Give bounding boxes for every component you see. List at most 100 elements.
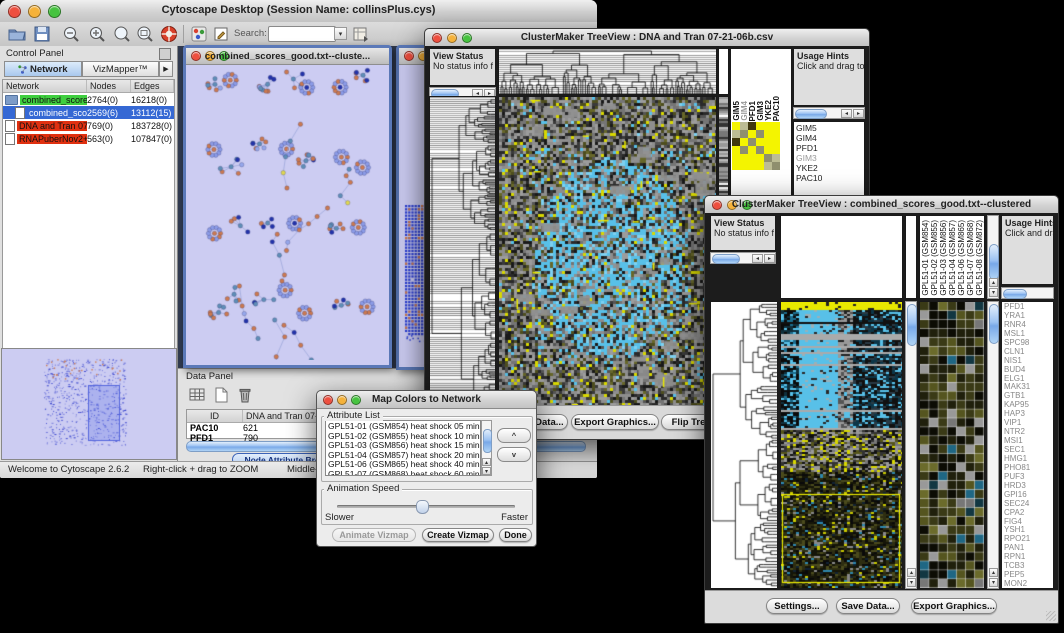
- move-down-button[interactable]: v: [497, 447, 531, 462]
- gene-label[interactable]: GIM4: [796, 133, 862, 143]
- matrix-cell: [772, 146, 780, 154]
- col-network[interactable]: Network: [3, 80, 87, 92]
- vizmap-nodes-icon[interactable]: [190, 25, 208, 43]
- birdseye-view[interactable]: [1, 348, 177, 460]
- scroll-up-arrow[interactable]: ▴: [989, 278, 998, 287]
- create-vizmap-button[interactable]: Create Vizmap: [422, 528, 494, 542]
- tv1-heatmap-selected[interactable]: [732, 122, 780, 170]
- tab-network[interactable]: Network: [4, 61, 82, 77]
- open-folder-icon[interactable]: [8, 25, 26, 43]
- close-button[interactable]: [404, 51, 414, 61]
- gene-label[interactable]: PFD1: [796, 143, 862, 153]
- save-icon[interactable]: [33, 25, 51, 43]
- gene-label[interactable]: YKE2: [796, 163, 862, 173]
- col-edges[interactable]: Edges: [131, 80, 174, 92]
- zoom-out-icon[interactable]: [62, 25, 80, 43]
- zoom-fit-icon[interactable]: [136, 25, 154, 43]
- gene-label[interactable]: GIM3: [796, 153, 862, 163]
- network-edges: 16218(0): [131, 95, 174, 105]
- treeview2-titlebar[interactable]: ClusterMaker TreeView : combined_scores_…: [705, 196, 1058, 214]
- tv1-usage-title: Usage Hints: [797, 51, 849, 61]
- col-nodes[interactable]: Nodes: [87, 80, 131, 92]
- tv2-status-scrollbar[interactable]: ◂ ▸: [710, 252, 776, 264]
- scroll-right-arrow[interactable]: ▸: [853, 109, 864, 118]
- row-id: PAC10: [187, 423, 243, 433]
- help-lifering-icon[interactable]: [160, 25, 178, 43]
- matrix-cell: [748, 138, 756, 146]
- export-graphics-button[interactable]: Export Graphics...: [911, 598, 997, 614]
- move-up-button[interactable]: ^: [497, 428, 531, 443]
- table-icon[interactable]: [188, 386, 206, 404]
- scroll-down-arrow[interactable]: ▾: [482, 467, 491, 475]
- network-row-rnapubernov2[interactable]: RNAPuberNov2+I 563(0) 107847(0): [3, 132, 174, 145]
- matrix-cell: [732, 122, 740, 130]
- network-view-canvas-1[interactable]: [186, 65, 383, 360]
- network-row-combined-scores[interactable]: combined_scores 2764(0) 16218(0): [3, 93, 174, 106]
- tv1-heatmap-global[interactable]: [498, 96, 717, 406]
- scroll-down-arrow[interactable]: ▾: [989, 288, 998, 297]
- scroll-down-arrow[interactable]: ▾: [989, 578, 998, 587]
- done-button[interactable]: Done: [499, 528, 532, 542]
- save-data-button[interactable]: Save Data...: [836, 598, 900, 614]
- settings-button[interactable]: Settings...: [766, 598, 828, 614]
- tv2-labels-scrollbar[interactable]: ▴ ▾: [987, 215, 999, 299]
- network1-titlebar[interactable]: combined_scores_good.txt--cluste...: [186, 48, 389, 65]
- faster-label: Faster: [501, 512, 528, 523]
- resize-grip[interactable]: [1046, 611, 1056, 621]
- row-value: 621: [243, 423, 258, 433]
- tv1-row-dendrogram[interactable]: [429, 96, 496, 406]
- dialog-titlebar[interactable]: Map Colors to Network: [317, 391, 536, 409]
- animate-vizmap-button[interactable]: Animate Vizmap: [332, 528, 416, 542]
- tv2-header-spacer: [905, 215, 917, 299]
- scroll-left-arrow[interactable]: ◂: [841, 109, 852, 118]
- network-row-dna-tran[interactable]: DNA and Tran 07 769(0) 183728(0): [3, 119, 174, 132]
- gene-label[interactable]: GIM5: [796, 123, 862, 133]
- tv1-usage-scrollbar[interactable]: ◂ ▸: [793, 107, 865, 119]
- scroll-up-arrow[interactable]: ▴: [989, 568, 998, 577]
- id-column-header[interactable]: ID: [187, 410, 243, 422]
- tab-vizmapper[interactable]: VizMapper™: [82, 61, 160, 77]
- tv2-genelist-scrollbar[interactable]: ▴ ▾: [987, 301, 999, 589]
- zoom-actual-icon[interactable]: [113, 25, 131, 43]
- tv2-heatmap-zoom[interactable]: [919, 301, 985, 589]
- attribute-browser-icon[interactable]: [352, 25, 370, 43]
- zoom-in-icon[interactable]: [88, 25, 106, 43]
- scroll-right-arrow[interactable]: ▸: [764, 254, 775, 263]
- tabs-more-button[interactable]: ▶: [159, 61, 173, 77]
- matrix-cell: [748, 130, 756, 138]
- gene-label[interactable]: MON2: [1004, 580, 1051, 589]
- treeview1-titlebar[interactable]: ClusterMaker TreeView : DNA and Tran 07-…: [425, 29, 869, 47]
- treeview2-window: ClusterMaker TreeView : combined_scores_…: [704, 195, 1059, 624]
- export-graphics-button[interactable]: Export Graphics...: [571, 414, 659, 430]
- tv2-column-labels-panel: GPL51-01 (GSM854)GPL51-02 (GSM855)GPL51-…: [919, 215, 985, 299]
- scroll-up-arrow[interactable]: ▴: [482, 458, 491, 466]
- network-view-window-1: combined_scores_good.txt--cluste...: [183, 45, 392, 368]
- search-dropdown-arrow[interactable]: ▾: [334, 27, 347, 40]
- scroll-left-arrow[interactable]: ◂: [752, 254, 763, 263]
- trash-icon[interactable]: [236, 386, 254, 404]
- network-row-combined-sco-selected[interactable]: combined_sco 2569(6) 13112(15): [3, 106, 174, 119]
- tv2-heatmap-scrollbar[interactable]: ▴ ▾: [905, 301, 917, 589]
- attribute-list-scrollbar[interactable]: ▴ ▾: [481, 420, 492, 476]
- tv1-column-dendrogram[interactable]: [498, 48, 717, 95]
- attribute-item[interactable]: GPL51-07 (GSM868) heat shock 60 min: [328, 470, 478, 476]
- tv1-header-strip: [718, 48, 729, 95]
- scroll-down-arrow[interactable]: ▾: [907, 578, 916, 587]
- main-titlebar[interactable]: Cytoscape Desktop (Session Name: collins…: [0, 0, 597, 23]
- tv2-heatmap-global[interactable]: [780, 301, 903, 589]
- new-document-icon[interactable]: [212, 386, 230, 404]
- tv2-usage-scrollbar[interactable]: [1001, 287, 1054, 299]
- float-panel-icon[interactable]: [159, 48, 171, 60]
- matrix-cell: [732, 162, 740, 170]
- search-input[interactable]: [268, 26, 336, 42]
- annotation-icon[interactable]: [212, 25, 230, 43]
- slower-label: Slower: [325, 512, 354, 523]
- tv2-row-dendrogram[interactable]: [710, 301, 778, 589]
- attribute-list[interactable]: GPL51-01 (GSM854) heat shock 05 minGPL51…: [325, 420, 481, 476]
- scroll-up-arrow[interactable]: ▴: [907, 568, 916, 577]
- network-table: Network Nodes Edges combined_scores 2764…: [2, 79, 175, 391]
- gene-label[interactable]: PAC10: [796, 173, 862, 183]
- animation-slider-thumb[interactable]: [416, 500, 429, 514]
- tv1-view-status-text: No status info f: [433, 61, 493, 71]
- network-table-header: Network Nodes Edges: [3, 80, 174, 93]
